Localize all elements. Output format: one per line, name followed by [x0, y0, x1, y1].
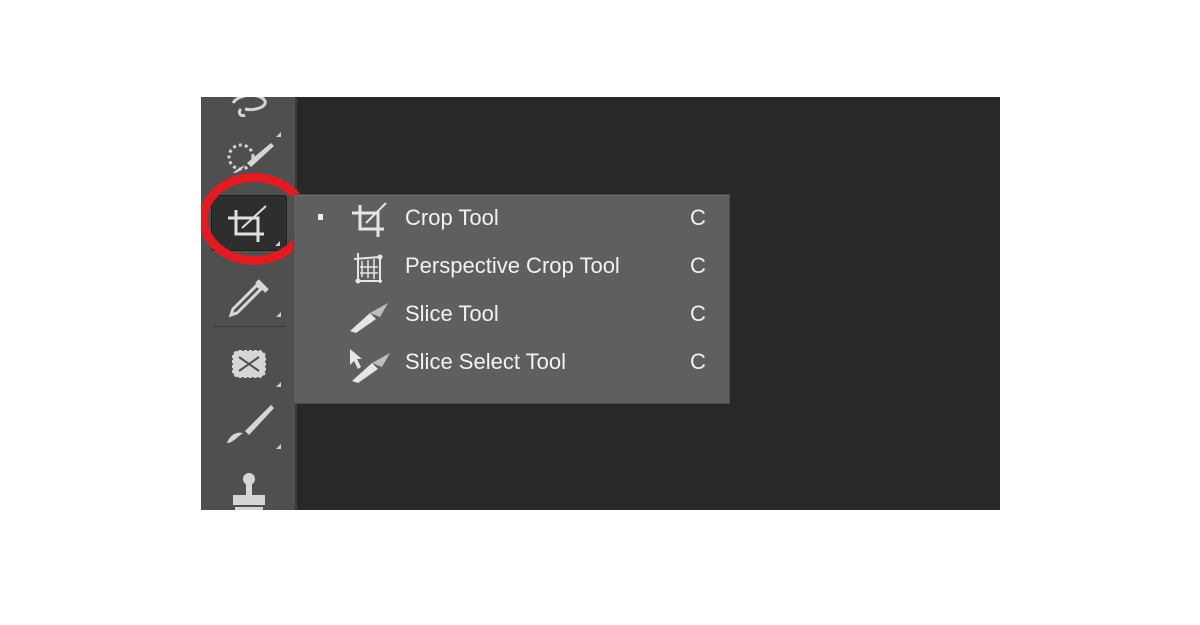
flyout-indicator [276, 178, 281, 183]
menu-item-slice-tool[interactable]: Slice Tool C [294, 291, 729, 339]
menu-item-perspective-crop-tool[interactable]: Perspective Crop Tool C [294, 243, 729, 291]
slice-icon [350, 303, 388, 333]
flyout-indicator [276, 444, 281, 449]
flyout-indicator [276, 382, 281, 387]
menu-item-shortcut: C [690, 205, 706, 230]
menu-item-label: Crop Tool [405, 205, 499, 230]
selected-indicator [318, 214, 323, 220]
clone-stamp-tool-button[interactable] [211, 465, 287, 510]
menu-item-shortcut: C [690, 301, 706, 326]
clone-stamp-icon [233, 473, 265, 510]
menu-item-label: Slice Select Tool [405, 349, 567, 374]
flyout-indicator [276, 312, 281, 317]
brush-tool-button[interactable] [211, 397, 287, 453]
flyout-indicator [275, 241, 280, 246]
menu-item-shortcut: C [690, 349, 706, 374]
menu-item-slice-select-tool[interactable]: Slice Select Tool C [294, 339, 729, 387]
menu-item-label: Perspective Crop Tool [405, 253, 620, 278]
spot-healing-tool-button[interactable] [211, 335, 287, 391]
menu-item-shortcut: C [690, 253, 706, 278]
crop-icon [352, 202, 387, 237]
perspective-crop-icon [353, 253, 383, 284]
photoshop-screenshot: Crop Tool C Perspective Crop Tool C Slic… [201, 97, 1000, 510]
menu-item-label: Slice Tool [405, 301, 499, 326]
crop-tool-button[interactable] [211, 195, 287, 251]
eyedropper-tool-button[interactable] [211, 265, 287, 321]
crop-tools-flyout-menu: Crop Tool C Perspective Crop Tool C Slic… [293, 194, 730, 404]
slice-select-icon [350, 349, 390, 383]
menu-item-crop-tool[interactable]: Crop Tool C [294, 195, 729, 243]
tools-panel [201, 97, 309, 510]
quick-selection-tool-button[interactable] [211, 131, 287, 187]
toolbar-separator [213, 326, 285, 327]
